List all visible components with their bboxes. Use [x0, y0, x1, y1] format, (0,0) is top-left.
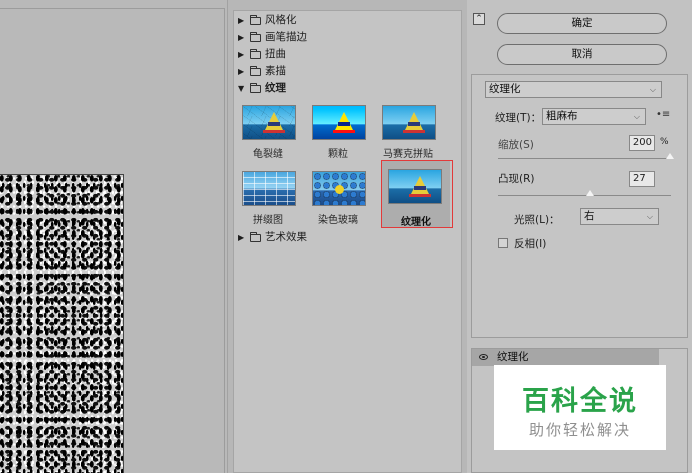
folder-brush-strokes[interactable]: ▶ 画笔描边 — [238, 31, 458, 44]
thumb-craquelure[interactable]: 龟裂缝 — [234, 97, 302, 160]
chevron-down-icon: ⌵ — [646, 212, 653, 221]
light-label: 光照(L)： — [514, 214, 560, 226]
watermark-title: 百科全说 — [522, 386, 638, 417]
eye-icon[interactable] — [479, 354, 488, 360]
relief-slider-track[interactable] — [498, 195, 671, 196]
thumb-stained-glass[interactable]: 染色玻璃 — [304, 163, 372, 226]
folder-texture[interactable]: ▼ 纹理 — [238, 82, 458, 95]
thumbnail-image — [382, 105, 436, 140]
thumbnail-label: 龟裂缝 — [253, 149, 283, 160]
watermark-logo: 百科全说 助你轻松解决 — [494, 365, 666, 450]
folder-artistic[interactable]: ▶ 艺术效果 — [238, 231, 458, 244]
ok-button[interactable]: 确定 — [497, 13, 667, 34]
thumbnail-image — [312, 171, 366, 206]
thumbnail-label: 颗粒 — [328, 149, 348, 160]
collapse-icon[interactable]: ⌃ — [473, 13, 485, 25]
chevron-down-icon: ⌵ — [649, 85, 656, 94]
cancel-button[interactable]: 取消 — [497, 44, 667, 65]
folder-distort[interactable]: ▶ 扭曲 — [238, 48, 458, 61]
scale-unit: % — [660, 137, 669, 147]
chevron-down-icon: ⌵ — [633, 112, 640, 121]
folder-icon — [250, 48, 261, 59]
folder-label: 素描 — [265, 65, 286, 77]
folder-open-icon — [250, 82, 261, 93]
triangle-right-icon: ▶ — [238, 233, 245, 242]
texture-label: 纹理(T)： — [495, 112, 542, 124]
scale-input[interactable]: 200 — [629, 135, 655, 151]
relief-label: 凸现(R) — [498, 173, 535, 185]
relief-slider-thumb[interactable] — [586, 190, 594, 196]
texture-select-value: 粗麻布 — [546, 110, 578, 122]
triangle-down-icon: ▼ — [238, 84, 245, 93]
triangle-right-icon: ▶ — [238, 33, 245, 42]
scale-slider-track[interactable] — [498, 158, 671, 159]
triangle-right-icon: ▶ — [238, 16, 245, 25]
thumbnail-label: 马赛克拼贴 — [383, 149, 433, 160]
folder-stylize[interactable]: ▶ 风格化 — [238, 14, 458, 27]
watermark-subtitle: 助你轻松解决 — [528, 421, 631, 439]
texture-select[interactable]: 粗麻布 ⌵ — [542, 108, 646, 125]
folder-label: 纹理 — [265, 82, 286, 94]
filter-select[interactable]: 纹理化 ⌵ — [485, 81, 662, 98]
texture-menu-icon[interactable]: •≡ — [656, 109, 670, 120]
thumbnail-label: 拼缀图 — [253, 215, 283, 226]
thumb-grain[interactable]: 颗粒 — [304, 97, 372, 160]
filter-gallery: ▶ 风格化 ▶ 画笔描边 ▶ 扭曲 ▶ 素描 ▼ 纹理 龟裂缝 颗粒 马赛克拼贴… — [233, 10, 462, 473]
folder-sketch[interactable]: ▶ 素描 — [238, 65, 458, 78]
triangle-right-icon: ▶ — [238, 50, 245, 59]
light-select-value: 右 — [584, 210, 595, 222]
preview-area[interactable] — [0, 0, 228, 473]
filter-options: 纹理化 ⌵ 纹理(T)： 粗麻布 ⌵ •≡ 缩放(S) 200 % 凸现(R) … — [471, 74, 688, 338]
folder-icon — [250, 65, 261, 76]
thumb-mosaic-tiles[interactable]: 马赛克拼贴 — [374, 97, 442, 160]
folder-icon — [250, 231, 261, 242]
scale-label: 缩放(S) — [498, 139, 534, 151]
triangle-right-icon: ▶ — [238, 67, 245, 76]
thumbnail-label: 染色玻璃 — [318, 215, 358, 226]
invert-label: 反相(I) — [514, 238, 547, 250]
folder-label: 艺术效果 — [265, 231, 307, 243]
thumbnail-image — [242, 105, 296, 140]
relief-input[interactable]: 27 — [629, 171, 655, 187]
effect-layer-row[interactable]: 纹理化 — [472, 349, 659, 366]
folder-label: 扭曲 — [265, 48, 286, 60]
texture-preview-image[interactable] — [0, 174, 124, 473]
thumb-patchwork[interactable]: 拼缀图 — [234, 163, 302, 226]
selection-highlight — [381, 160, 453, 228]
scale-slider-thumb[interactable] — [666, 153, 674, 159]
invert-checkbox[interactable] — [498, 238, 508, 248]
thumbnail-image — [242, 171, 296, 206]
folder-label: 风格化 — [265, 14, 297, 26]
thumbnail-image — [312, 105, 366, 140]
filter-select-value: 纹理化 — [489, 83, 521, 95]
folder-icon — [250, 14, 261, 25]
light-select[interactable]: 右 ⌵ — [580, 208, 659, 225]
effect-layer-label: 纹理化 — [497, 351, 529, 363]
folder-icon — [250, 31, 261, 42]
folder-label: 画笔描边 — [265, 31, 307, 43]
